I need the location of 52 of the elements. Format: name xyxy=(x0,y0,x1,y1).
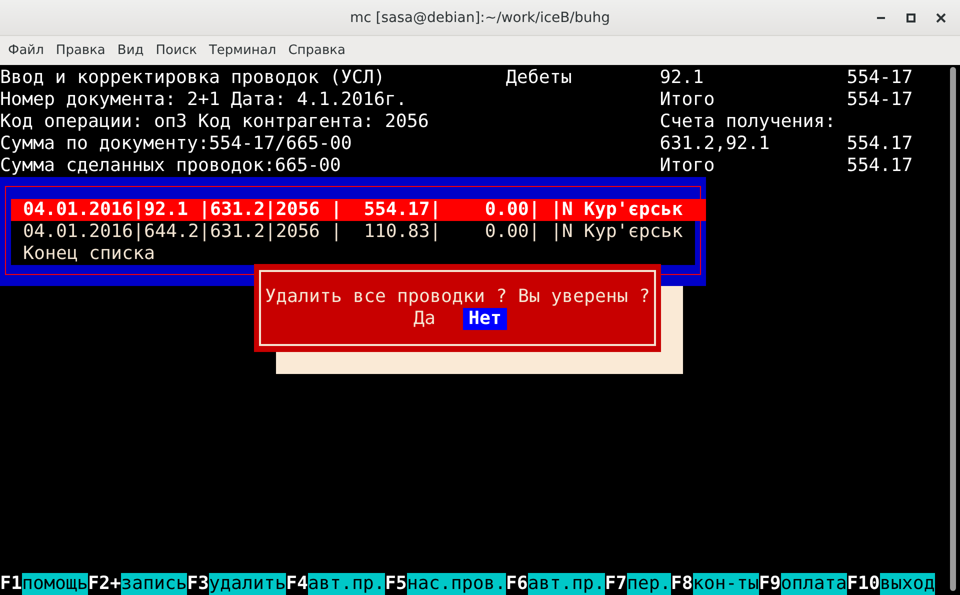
summary-account: 92.1 xyxy=(660,67,705,89)
window-title: mc [sasa@debian]:~/work/iceB/buhg xyxy=(350,10,610,26)
function-key-label[interactable]: авт.пр. xyxy=(308,573,385,595)
summary-label: Дебеты xyxy=(506,67,573,89)
function-key-label[interactable]: помощь xyxy=(22,573,88,595)
menu-item[interactable]: Терминал xyxy=(202,40,282,61)
list-end-text: Конец списка xyxy=(23,243,156,265)
function-key-label[interactable]: выход xyxy=(880,573,935,595)
dialog-button[interactable]: Нет xyxy=(462,308,507,330)
function-key: F8 xyxy=(670,573,693,595)
function-key-label[interactable]: оплата xyxy=(780,573,847,595)
function-key-label[interactable]: кон-ты xyxy=(692,573,759,595)
function-key: F1 xyxy=(0,573,22,595)
summary-amount: 554-17 xyxy=(846,89,914,111)
function-key: F10 xyxy=(846,573,880,595)
summary-amount: 554.17 xyxy=(846,133,914,155)
menu-item[interactable]: Справка xyxy=(282,40,352,61)
summary-account: 631.2,92.1 xyxy=(660,133,771,155)
entry-row[interactable]: 04.01.2016|92.1 |631.2|2056 | 554.17| 0.00| |N Кур'єрськ xyxy=(11,199,706,221)
header-text: Сумма сделанных проводок:665-00 xyxy=(0,155,342,177)
function-key: F9 xyxy=(758,573,781,595)
minimize-icon xyxy=(877,17,885,19)
summary-account: Итого xyxy=(660,155,716,177)
summary-account: Итого xyxy=(660,89,716,111)
function-key-label[interactable]: нас.пров. xyxy=(406,573,506,595)
menu-item[interactable]: Файл xyxy=(2,40,50,61)
entry-row[interactable]: 04.01.2016|644.2|631.2|2056 | 110.83| 0.00| |N Кур'єрськ xyxy=(11,221,706,243)
summary-account: Счета получения: xyxy=(660,111,837,133)
function-key-label[interactable]: авт.пр. xyxy=(528,573,605,595)
function-key: F5 xyxy=(384,573,407,595)
header-text: Сумма по документу:554-17/665-00 xyxy=(0,133,353,155)
function-key: F2+ xyxy=(88,573,121,595)
function-key-label[interactable]: удалить xyxy=(208,573,286,595)
dialog-button[interactable]: Да xyxy=(408,308,441,330)
function-key: F4 xyxy=(286,573,308,595)
function-key: F6 xyxy=(506,573,528,595)
maximize-icon xyxy=(906,13,916,23)
header-text: Код операции: оп3 Код контрагента: 2056 xyxy=(0,111,430,133)
close-icon xyxy=(936,13,946,23)
menu-item[interactable]: Поиск xyxy=(150,40,203,61)
dialog-message: Удалить все проводки ? Вы уверены ? xyxy=(265,286,650,308)
summary-amount: 554-17 xyxy=(846,67,914,89)
scrollbar-thumb[interactable] xyxy=(950,67,956,591)
header-text: Номер документа: 2+1 Дата: 4.1.2016г. xyxy=(0,89,408,111)
menu-item[interactable]: Правка xyxy=(50,40,112,61)
function-key-label[interactable]: пер. xyxy=(626,573,671,595)
header-text: Ввод и корректировка проводок (УСЛ) xyxy=(0,67,386,89)
summary-amount: 554.17 xyxy=(846,155,914,177)
function-key-label[interactable]: запись xyxy=(120,573,187,595)
function-key: F7 xyxy=(604,573,627,595)
function-key: F3 xyxy=(186,573,209,595)
menu-item[interactable]: Вид xyxy=(111,40,150,61)
